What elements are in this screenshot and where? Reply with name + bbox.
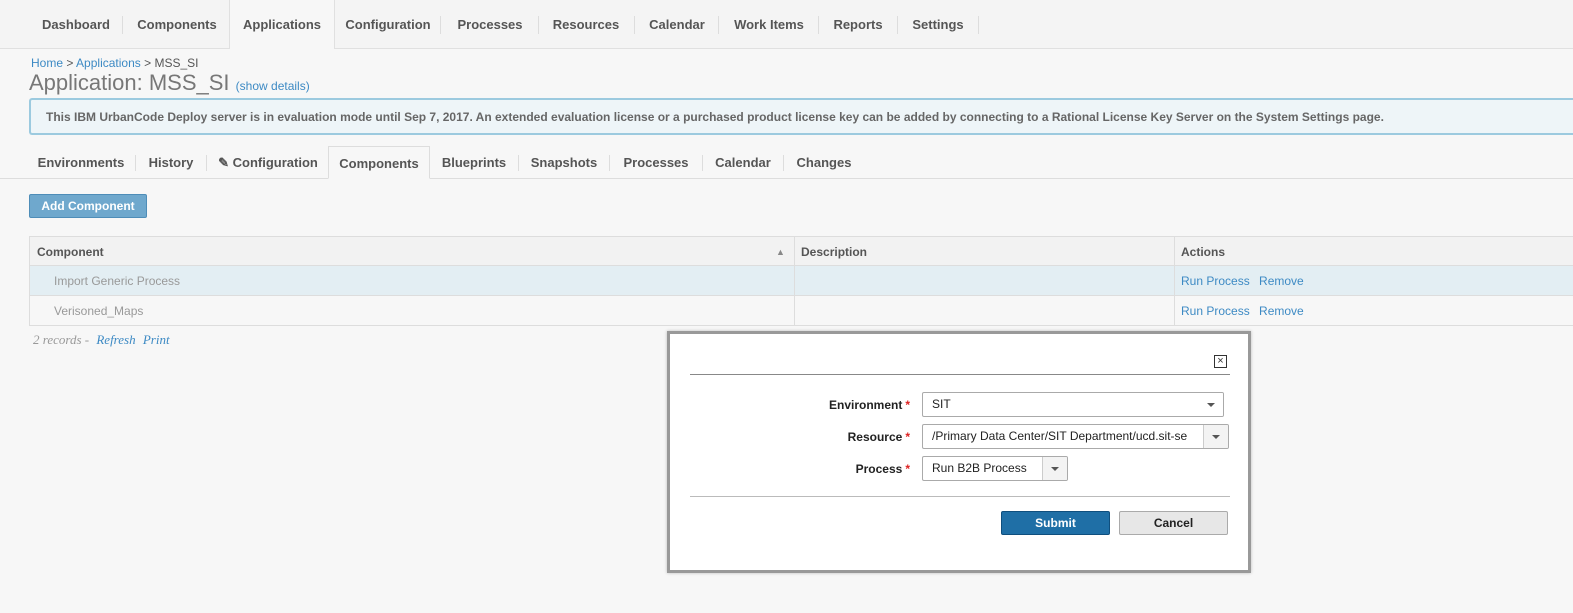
- process-label-text: Process: [855, 462, 903, 476]
- required-marker: *: [905, 462, 910, 476]
- evaluation-banner-text: This IBM UrbanCode Deploy server is in e…: [46, 110, 1384, 124]
- print-link[interactable]: Print: [143, 332, 170, 347]
- nav-divider: [122, 16, 123, 34]
- column-header-component[interactable]: Component: [30, 237, 794, 267]
- row-actions: Run Process Remove: [1174, 296, 1573, 326]
- breadcrumb-separator: >: [66, 56, 74, 70]
- chevron-down-icon[interactable]: [1042, 457, 1067, 480]
- nav-configuration[interactable]: Configuration: [336, 0, 440, 49]
- resource-label-text: Resource: [847, 430, 903, 444]
- top-navigation: Dashboard Components Applications Config…: [0, 0, 1573, 49]
- component-name-link[interactable]: Verisoned_Maps: [30, 296, 794, 326]
- evaluation-banner: This IBM UrbanCode Deploy server is in e…: [29, 98, 1573, 135]
- nav-divider: [538, 16, 539, 34]
- cancel-button[interactable]: Cancel: [1119, 511, 1228, 535]
- tab-components[interactable]: Components: [328, 146, 430, 179]
- run-process-dialog: × Environment * SIT Resource * /Primary Da…: [667, 331, 1251, 573]
- footer-separator: -: [84, 332, 90, 347]
- remove-link[interactable]: Remove: [1259, 304, 1304, 318]
- environment-select[interactable]: SIT: [922, 392, 1224, 417]
- tab-divider: [206, 155, 207, 171]
- submit-button[interactable]: Submit: [1001, 511, 1110, 535]
- nav-divider: [818, 16, 819, 34]
- nav-calendar[interactable]: Calendar: [636, 0, 718, 49]
- tab-divider: [609, 155, 610, 171]
- nav-divider: [634, 16, 635, 34]
- nav-dashboard[interactable]: Dashboard: [30, 0, 122, 49]
- page-title-row: Application: MSS_SI (show details): [29, 70, 310, 96]
- tab-snapshots[interactable]: Snapshots: [520, 146, 608, 179]
- add-component-button[interactable]: Add Component: [29, 194, 147, 218]
- required-marker: *: [905, 398, 910, 412]
- column-header-description[interactable]: Description: [794, 237, 1174, 267]
- close-icon[interactable]: ×: [1214, 355, 1227, 368]
- tab-changes[interactable]: Changes: [785, 146, 863, 179]
- resource-label: Resource *: [700, 430, 910, 444]
- run-process-link[interactable]: Run Process: [1181, 274, 1250, 288]
- row-actions: Run Process Remove: [1174, 266, 1573, 296]
- application-tabs: Environments History ✎ Configuration Com…: [0, 146, 1573, 179]
- breadcrumb-current: MSS_SI: [154, 56, 199, 70]
- environment-label: Environment *: [700, 398, 910, 412]
- table-row[interactable]: Verisoned_Maps Run Process Remove: [29, 296, 1573, 326]
- dialog-divider: [690, 496, 1230, 497]
- tab-configuration[interactable]: ✎ Configuration: [209, 146, 327, 179]
- record-count: 2 records: [33, 332, 82, 347]
- environment-label-text: Environment: [828, 398, 903, 412]
- component-description: [794, 266, 1174, 296]
- tab-processes[interactable]: Processes: [611, 146, 701, 179]
- resource-select-value: /Primary Data Center/SIT Department/ucd.…: [932, 429, 1188, 443]
- tab-blueprints[interactable]: Blueprints: [431, 146, 517, 179]
- environment-select-value: SIT: [932, 397, 951, 411]
- chevron-down-icon[interactable]: [1199, 393, 1223, 416]
- required-marker: *: [905, 430, 910, 444]
- component-name-link[interactable]: Import Generic Process: [30, 266, 794, 296]
- nav-applications[interactable]: Applications: [229, 0, 335, 49]
- tab-calendar[interactable]: Calendar: [704, 146, 782, 179]
- process-select-value: Run B2B Process: [932, 461, 1027, 475]
- nav-divider: [978, 16, 979, 34]
- page-title: Application: MSS_SI: [29, 70, 230, 95]
- table-footer: 2 records - Refresh Print: [33, 332, 170, 348]
- component-description: [794, 296, 1174, 326]
- show-details-link[interactable]: (show details): [236, 79, 310, 93]
- pencil-icon: ✎: [218, 155, 230, 170]
- nav-divider: [718, 16, 719, 34]
- refresh-link[interactable]: Refresh: [96, 332, 135, 347]
- table-row[interactable]: Import Generic Process Run Process Remov…: [29, 266, 1573, 296]
- nav-settings[interactable]: Settings: [899, 0, 977, 49]
- nav-divider: [897, 16, 898, 34]
- dialog-divider: [690, 374, 1230, 375]
- column-header-actions: Actions: [1181, 245, 1226, 259]
- nav-processes[interactable]: Processes: [442, 0, 538, 49]
- process-label: Process *: [700, 462, 910, 476]
- breadcrumb-separator: >: [144, 56, 152, 70]
- tab-configuration-label: Configuration: [232, 155, 318, 170]
- tab-divider: [702, 155, 703, 171]
- nav-divider: [440, 16, 441, 34]
- tab-divider: [135, 155, 136, 171]
- tab-history[interactable]: History: [137, 146, 205, 179]
- chevron-down-icon[interactable]: [1203, 425, 1228, 448]
- tab-divider: [783, 155, 784, 171]
- breadcrumb: Home > Applications > MSS_SI: [31, 56, 198, 70]
- process-select[interactable]: Run B2B Process: [922, 456, 1068, 481]
- remove-link[interactable]: Remove: [1259, 274, 1304, 288]
- tab-environments[interactable]: Environments: [29, 146, 133, 179]
- nav-work-items[interactable]: Work Items: [720, 0, 818, 49]
- nav-resources[interactable]: Resources: [540, 0, 632, 49]
- nav-reports[interactable]: Reports: [820, 0, 896, 49]
- resource-select[interactable]: /Primary Data Center/SIT Department/ucd.…: [922, 424, 1229, 449]
- breadcrumb-home[interactable]: Home: [31, 56, 63, 70]
- run-process-link[interactable]: Run Process: [1181, 304, 1250, 318]
- table-header: Component ▲ Description Actions: [29, 236, 1573, 266]
- sort-ascending-icon[interactable]: ▲: [776, 247, 785, 257]
- tab-divider: [518, 155, 519, 171]
- breadcrumb-applications[interactable]: Applications: [76, 56, 141, 70]
- nav-components[interactable]: Components: [125, 0, 229, 49]
